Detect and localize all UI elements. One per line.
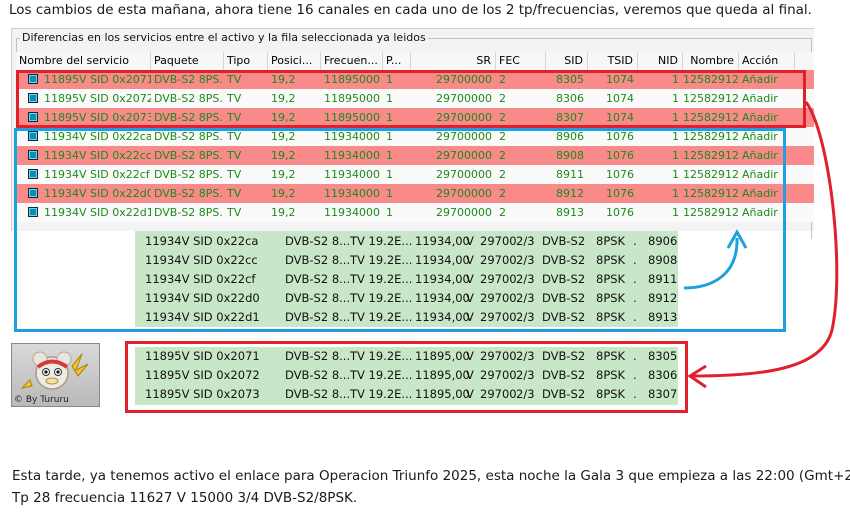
column-header[interactable]: NID	[638, 52, 683, 70]
column-header[interactable]: TSID	[588, 52, 638, 70]
frame-blue	[14, 128, 786, 332]
intro-text: Los cambios de esta mañana, ahora tiene …	[9, 2, 812, 18]
column-header[interactable]: Nombre	[683, 52, 739, 70]
grid-header: Nombre del servicio Paquete Tipo Posici... F…	[16, 52, 814, 71]
footer-line-2: Tp 28 frecuencia 11627 V 15000 3/4 DVB-S…	[12, 490, 358, 506]
frame-red-bottom	[125, 341, 688, 413]
footer-line-1: Esta tarde, ya tenemos activo el enlace …	[12, 468, 850, 484]
frame-red-top	[16, 70, 806, 128]
column-header[interactable]: Paquete	[151, 52, 224, 70]
column-header[interactable]: FEC	[496, 52, 546, 70]
arrow-head-red	[687, 364, 707, 389]
column-header[interactable]: Acción	[739, 52, 795, 70]
column-header[interactable]: Nombre del servicio	[16, 52, 151, 70]
column-header[interactable]: P...	[383, 52, 411, 70]
group-title: Diferencias en los servicios entre el ac…	[20, 31, 428, 44]
column-header[interactable]: Posici...	[268, 52, 321, 70]
logo-credit: © By Tururu	[14, 395, 69, 405]
column-header[interactable]: Tipo	[224, 52, 268, 70]
tururu-logo: © By Tururu	[11, 343, 100, 407]
column-header[interactable]: SR	[411, 52, 496, 70]
column-header[interactable]: Frecuen...	[321, 52, 383, 70]
column-header[interactable]: SID	[546, 52, 588, 70]
